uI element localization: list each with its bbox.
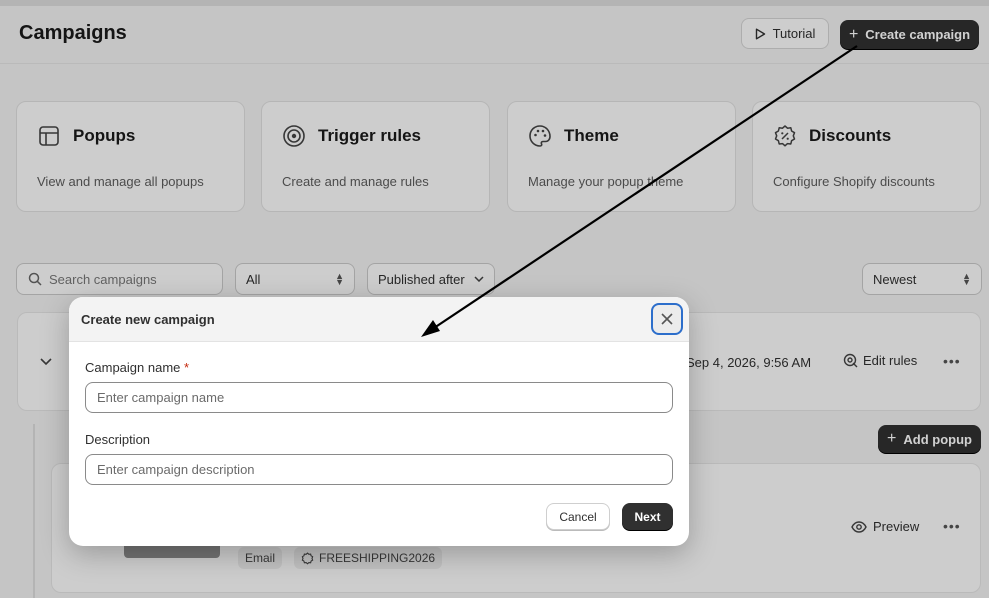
campaign-description-input[interactable] <box>85 454 673 485</box>
close-icon <box>661 313 673 325</box>
required-mark: * <box>184 360 190 375</box>
description-label: Description <box>85 432 151 447</box>
modal-header: Create new campaign <box>69 297 689 342</box>
create-campaign-modal: Create new campaign Campaign name * Desc… <box>69 297 689 546</box>
modal-title: Create new campaign <box>81 312 215 327</box>
next-button[interactable]: Next <box>622 503 673 530</box>
campaign-name-input[interactable] <box>85 382 673 413</box>
close-button[interactable] <box>651 303 683 335</box>
campaign-name-label: Campaign name * <box>85 360 189 375</box>
cancel-button[interactable]: Cancel <box>546 503 610 530</box>
campaign-name-label-text: Campaign name <box>85 360 181 375</box>
